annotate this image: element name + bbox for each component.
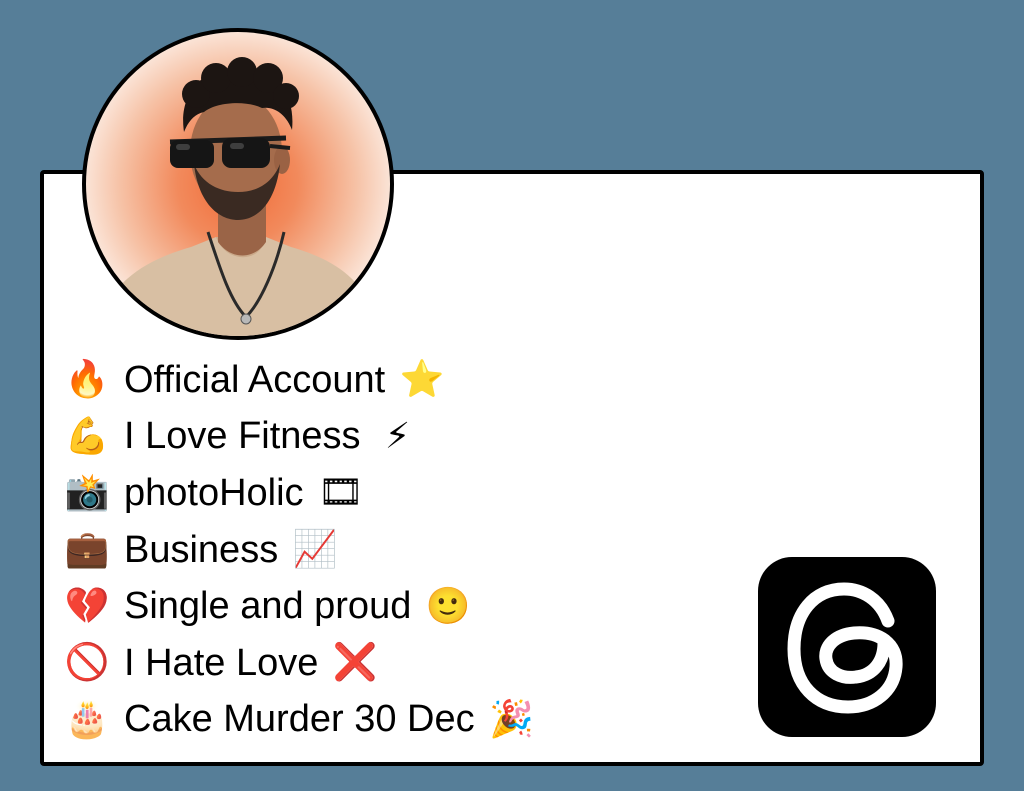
bio-line-text: Cake Murder 30 Dec — [124, 698, 475, 741]
threads-logo-icon[interactable] — [758, 557, 936, 737]
camera-flash-emoji-icon: 📸 — [64, 472, 110, 514]
star-emoji-icon: ⭐ — [399, 359, 445, 401]
bio-line-single: 💔 Single and proud 🙂 — [62, 578, 537, 635]
bio-line-photoholic: 📸 photoHolic 🎞 — [62, 465, 537, 522]
birthday-cake-emoji-icon: 🎂 — [64, 698, 110, 740]
bio-line-hate-love: 🚫 I Hate Love ❌ — [62, 635, 537, 692]
bio-line-text: Official Account — [124, 358, 386, 401]
party-popper-emoji-icon: 🎉 — [489, 698, 534, 740]
film-frames-emoji-icon: 🎞 — [317, 472, 364, 514]
chart-increasing-emoji-icon: 📈 — [292, 529, 338, 571]
fire-emoji-icon: 🔥 — [64, 359, 110, 401]
bio-list: 🔥 Official Account ⭐ 💪 I Love Fitness ⚡ … — [62, 352, 537, 748]
profile-avatar[interactable] — [82, 28, 394, 340]
bio-line-business: 💼 Business 📈 — [62, 522, 537, 579]
bio-line-text: photoHolic — [124, 471, 304, 514]
prohibited-emoji-icon: 🚫 — [64, 642, 110, 684]
broken-heart-emoji-icon: 💔 — [64, 585, 110, 627]
bio-line-text: I Love Fitness — [124, 415, 361, 458]
lightning-emoji-icon: ⚡ — [384, 415, 411, 457]
bio-line-birthday: 🎂 Cake Murder 30 Dec 🎉 — [62, 692, 537, 749]
bio-line-official: 🔥 Official Account ⭐ — [62, 352, 537, 409]
briefcase-emoji-icon: 💼 — [64, 529, 110, 571]
bio-line-fitness: 💪 I Love Fitness ⚡ — [62, 409, 537, 466]
bio-line-text: Business — [124, 528, 279, 571]
bio-line-text: I Hate Love — [124, 641, 319, 684]
flexed-biceps-emoji-icon: 💪 — [64, 415, 110, 457]
cross-mark-emoji-icon: ❌ — [332, 642, 378, 684]
avatar-portrait — [96, 57, 380, 336]
bio-line-text: Single and proud — [124, 585, 412, 628]
smiling-face-emoji-icon: 🙂 — [425, 585, 471, 627]
threads-at-glyph — [787, 582, 903, 714]
